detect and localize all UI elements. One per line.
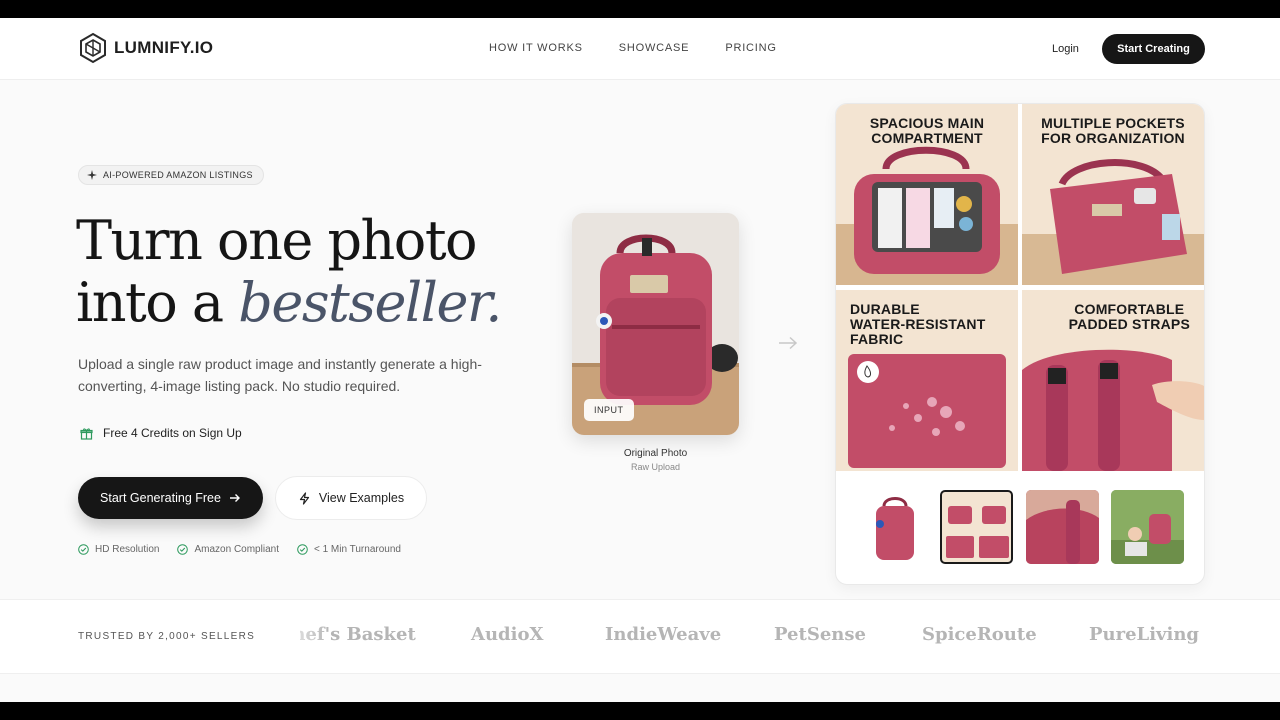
page-frame: LUMNIFY.IO HOW IT WORKS SHOWCASE PRICING… <box>0 18 1280 702</box>
feature-label: HD Resolution <box>95 544 160 555</box>
feature-hd: HD Resolution <box>78 544 159 555</box>
headline-line2-prefix: into a <box>76 271 224 334</box>
tile-title-line: COMPARTMENT <box>871 130 983 146</box>
thumbnail-image <box>1111 490 1184 564</box>
tile-title-line: MULTIPLE POCKETS <box>1041 115 1185 131</box>
start-generating-button[interactable]: Start Generating Free <box>78 477 263 519</box>
logo[interactable]: LUMNIFY.IO <box>78 32 213 64</box>
nav-pricing[interactable]: PRICING <box>725 42 776 54</box>
tile-title-line: FOR ORGANIZATION <box>1041 130 1185 146</box>
brand-logo: PureLiving <box>1089 624 1200 645</box>
tile-main-compartment: SPACIOUS MAIN COMPARTMENT <box>836 104 1018 285</box>
feature-turnaround: < 1 Min Turnaround <box>297 544 401 555</box>
tile-padded-straps: COMFORTABLE PADDED STRAPS <box>1022 290 1204 471</box>
headline-accent: bestseller. <box>238 271 502 334</box>
tile-title-line: COMFORTABLE <box>1074 301 1185 317</box>
nav-links: HOW IT WORKS SHOWCASE PRICING <box>489 42 777 54</box>
input-tag: INPUT <box>584 399 634 421</box>
thumbnail-image <box>944 494 1009 558</box>
feature-label: < 1 Min Turnaround <box>313 544 401 555</box>
start-creating-button[interactable]: Start Creating <box>1102 34 1205 64</box>
view-examples-label: View Examples <box>318 491 405 505</box>
view-examples-button[interactable]: View Examples <box>275 476 427 520</box>
original-photo-label: Original Photo <box>623 448 688 459</box>
result-panel: SPACIOUS MAIN COMPARTMENT MULTIPLE POCKE… <box>835 103 1205 585</box>
arrow-right-icon <box>229 494 240 502</box>
nav-showcase[interactable]: SHOWCASE <box>619 42 690 54</box>
start-generating-label: Start Generating Free <box>100 491 221 505</box>
headline-line1: Turn one photo <box>76 209 478 272</box>
thumbnail-image <box>876 497 914 560</box>
ai-badge: AI-POWERED AMAZON LISTINGS <box>78 165 264 185</box>
tile-title: DURABLE WATER-RESISTANT FABRIC <box>850 302 985 347</box>
tile-title-line: PADDED STRAPS <box>1068 316 1190 332</box>
thumbnail-detail[interactable] <box>1026 490 1099 564</box>
tile-title-line: FABRIC <box>850 331 904 347</box>
trusted-strip: TRUSTED BY 2,000+ SELLERS Chef's Basket … <box>0 599 1280 674</box>
brand-fade <box>270 610 330 660</box>
thumbnail-collage-selected[interactable] <box>940 490 1013 564</box>
tile-water-resistant: DURABLE WATER-RESISTANT FABRIC <box>836 290 1018 471</box>
hero-subtext: Upload a single raw product image and in… <box>78 356 482 394</box>
hero-headline: Turn one photo into a bestseller. <box>76 209 502 334</box>
input-photo-card: INPUT <box>572 213 739 435</box>
brand-logo: PetSense <box>774 624 866 645</box>
feature-amazon: Amazon Compliant <box>177 544 279 555</box>
arrow-right-icon <box>779 336 798 350</box>
brand-logo: AudioX <box>471 624 544 645</box>
sparkle-icon <box>87 170 97 180</box>
brand-logos: Chef's Basket AudioX IndieWeave PetSense… <box>300 624 1200 654</box>
tile-multiple-pockets: MULTIPLE POCKETS FOR ORGANIZATION <box>1022 104 1204 285</box>
trusted-label: TRUSTED BY 2,000+ SELLERS <box>78 631 256 642</box>
thumbnail-lifestyle[interactable] <box>1111 490 1184 564</box>
raw-upload-label: Raw Upload <box>630 462 681 472</box>
badge-label: AI-POWERED AMAZON LISTINGS <box>103 170 253 180</box>
top-navbar: LUMNIFY.IO HOW IT WORKS SHOWCASE PRICING… <box>0 18 1280 80</box>
gift-icon <box>80 427 93 440</box>
feature-label: Amazon Compliant <box>194 544 279 555</box>
tile-title-line: DURABLE <box>850 301 920 317</box>
thumbnail-image <box>1026 490 1099 564</box>
tile-title-line: WATER-RESISTANT <box>850 316 986 332</box>
tile-title-line: SPACIOUS MAIN <box>869 115 985 131</box>
logo-icon <box>80 32 106 64</box>
thumbnail-product[interactable] <box>858 490 931 564</box>
check-circle-icon <box>78 544 89 555</box>
logo-text: LUMNIFY.IO <box>114 38 214 57</box>
check-circle-icon <box>177 544 189 555</box>
feature-list: HD Resolution Amazon Compliant < 1 Min T… <box>78 544 401 555</box>
brand-logo: SpiceRoute <box>922 624 1037 645</box>
login-link[interactable]: Login <box>1052 43 1079 55</box>
check-circle-icon <box>297 544 308 555</box>
brand-logo: IndieWeave <box>605 624 722 645</box>
credits-note: Free 4 Credits on Sign Up <box>80 426 242 440</box>
lightning-icon <box>299 491 309 505</box>
tile-title: MULTIPLE POCKETS FOR ORGANIZATION <box>1022 116 1204 146</box>
tile-title: SPACIOUS MAIN COMPARTMENT <box>836 116 1018 146</box>
tile-title: COMFORTABLE PADDED STRAPS <box>1069 302 1190 332</box>
nav-how-it-works[interactable]: HOW IT WORKS <box>489 42 583 54</box>
credits-label: Free 4 Credits on Sign Up <box>103 426 242 440</box>
thumbnail-strip <box>836 476 1204 584</box>
